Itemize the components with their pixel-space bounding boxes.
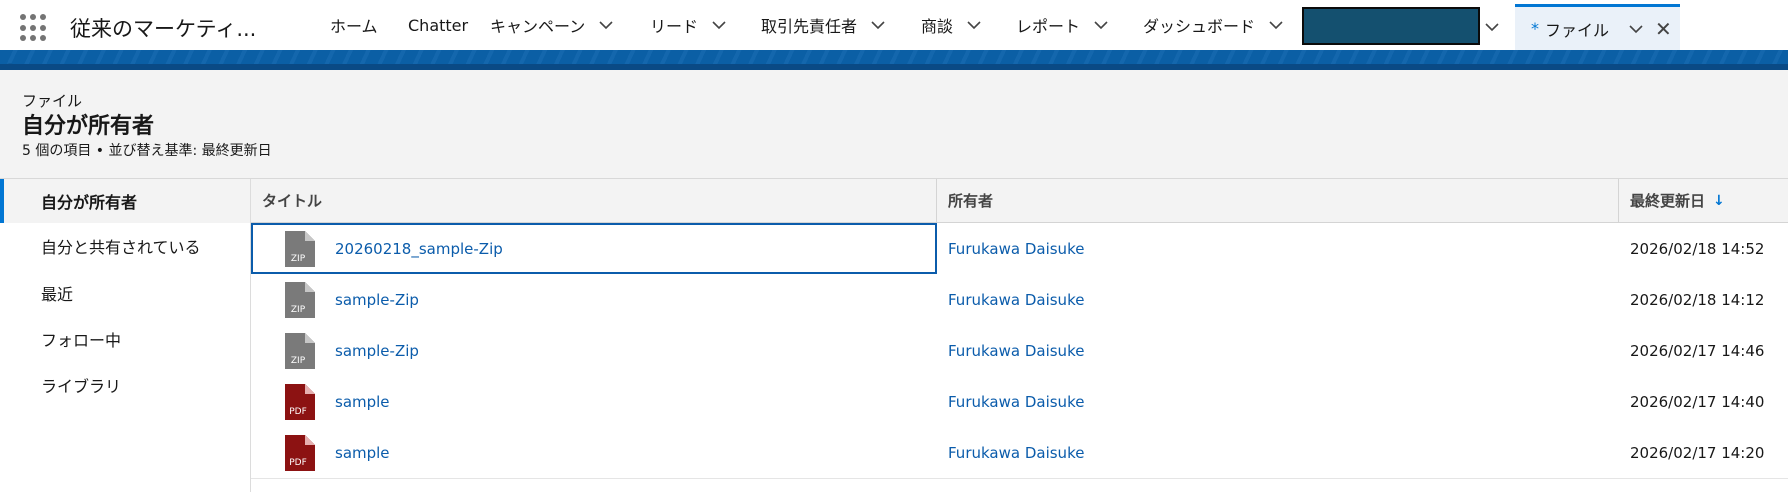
nav-tab-label: 取引先責任者 xyxy=(761,17,858,36)
chevron-down-icon[interactable] xyxy=(1267,16,1285,34)
file-type-label: ZIP xyxy=(290,355,306,366)
sidebar-item-shared-with-me[interactable]: 自分と共有されている xyxy=(0,224,250,268)
nav-tab-chatter[interactable]: Chatter xyxy=(408,0,468,50)
nav-tab-label: ダッシュボード xyxy=(1143,17,1256,36)
file-title-link[interactable]: sample-Zip xyxy=(335,342,419,360)
owner-cell: Furukawa Daisuke xyxy=(937,376,1619,427)
sidebar-item-label: 自分が所有者 xyxy=(41,193,138,212)
title-cell[interactable]: ZIP sample-Zip xyxy=(251,274,937,325)
nav-tab-dashboards[interactable]: ダッシュボード xyxy=(1143,0,1285,50)
nav-tab-label: ファイル xyxy=(1545,20,1610,40)
nav-tab-label: レポート xyxy=(1016,17,1081,36)
sidebar-item-owned-by-me[interactable]: 自分が所有者 xyxy=(0,179,250,223)
column-header-last-modified[interactable]: 最終更新日 ↓ xyxy=(1619,179,1788,222)
nav-tab-contacts[interactable]: 取引先責任者 xyxy=(761,0,887,50)
table-row[interactable]: ZIP 20260218_sample-Zip Furukawa Daisuke… xyxy=(251,223,1788,275)
sidebar-item-label: フォロー中 xyxy=(41,331,122,350)
modified-date: 2026/02/17 14:20 xyxy=(1630,443,1765,462)
column-header-label: 所有者 xyxy=(948,192,994,210)
list-view-title: 自分が所有者 xyxy=(22,114,155,139)
file-title-link[interactable]: 20260218_sample-Zip xyxy=(335,240,503,258)
list-view-header: ファイル 自分が所有者 5 個の項目 • 並び替え基準: 最終更新日 xyxy=(0,70,1788,179)
nav-tab-label: 商談 xyxy=(921,17,954,36)
sidebar-item-following[interactable]: フォロー中 xyxy=(0,317,250,361)
nav-tab-files-active[interactable]: * ファイル ✕ xyxy=(1515,4,1680,50)
owner-link[interactable]: Furukawa Daisuke xyxy=(948,393,1084,411)
sidebar-item-recent[interactable]: 最近 xyxy=(0,271,250,315)
modified-date: 2026/02/18 14:12 xyxy=(1630,290,1765,309)
sidebar-item-label: 自分と共有されている xyxy=(41,238,201,257)
owner-cell: Furukawa Daisuke xyxy=(937,223,1619,274)
column-header-label: タイトル xyxy=(262,192,323,210)
column-header-title[interactable]: タイトル xyxy=(251,179,937,222)
file-type-label: PDF xyxy=(289,457,307,468)
decorative-banner xyxy=(0,50,1788,70)
modified-date: 2026/02/17 14:40 xyxy=(1630,392,1765,411)
zip-file-icon: ZIP xyxy=(283,331,317,371)
nav-tab-label: リード xyxy=(650,17,699,36)
close-tab-icon[interactable]: ✕ xyxy=(1655,17,1672,41)
file-title-link[interactable]: sample xyxy=(335,393,390,411)
file-type-label: ZIP xyxy=(290,253,306,264)
pdf-file-icon: PDF xyxy=(283,433,317,473)
table-row[interactable]: PDF sample Furukawa Daisuke 2026/02/17 1… xyxy=(251,427,1788,479)
chevron-down-icon[interactable] xyxy=(1627,20,1645,38)
table-row[interactable]: ZIP sample-Zip Furukawa Daisuke 2026/02/… xyxy=(251,274,1788,326)
nav-tab-reports[interactable]: レポート xyxy=(1016,0,1110,50)
nav-tab-redacted[interactable] xyxy=(1302,7,1480,45)
nav-tab-leads[interactable]: リード xyxy=(650,0,728,50)
zip-file-icon: ZIP xyxy=(283,280,317,320)
owner-cell: Furukawa Daisuke xyxy=(937,274,1619,325)
modified-date: 2026/02/18 14:52 xyxy=(1630,239,1765,258)
chevron-down-icon[interactable] xyxy=(965,16,983,34)
column-header-owner[interactable]: 所有者 xyxy=(937,179,1619,222)
sidebar-item-label: 最近 xyxy=(41,285,74,304)
table-row[interactable]: ZIP sample-Zip Furukawa Daisuke 2026/02/… xyxy=(251,325,1788,377)
owner-cell: Furukawa Daisuke xyxy=(937,325,1619,376)
owner-cell: Furukawa Daisuke xyxy=(937,427,1619,478)
file-type-label: ZIP xyxy=(290,304,306,315)
app-name: 従来のマーケティ... xyxy=(70,17,257,41)
nav-tab-home[interactable]: ホーム xyxy=(330,0,378,50)
list-view-summary: 5 個の項目 • 並び替え基準: 最終更新日 xyxy=(22,143,272,159)
nav-tab-label: キャンペーン xyxy=(490,17,586,36)
nav-tab-label: ホーム xyxy=(330,17,378,36)
owner-link[interactable]: Furukawa Daisuke xyxy=(948,240,1084,258)
column-header-label: 最終更新日 xyxy=(1630,192,1706,210)
nav-tab-campaigns[interactable]: キャンペーン xyxy=(490,0,615,50)
zip-file-icon: ZIP xyxy=(283,229,317,269)
chevron-down-icon[interactable] xyxy=(1483,18,1501,36)
pdf-file-icon: PDF xyxy=(283,382,317,422)
file-type-label: PDF xyxy=(289,406,307,417)
nav-tab-opportunities[interactable]: 商談 xyxy=(921,0,983,50)
owner-link[interactable]: Furukawa Daisuke xyxy=(948,291,1084,309)
owner-link[interactable]: Furukawa Daisuke xyxy=(948,342,1084,360)
table-row[interactable]: PDF sample Furukawa Daisuke 2026/02/17 1… xyxy=(251,376,1788,428)
files-sidebar: 自分が所有者 自分と共有されている 最近 フォロー中 ライブラリ xyxy=(0,179,251,492)
title-cell[interactable]: PDF sample xyxy=(251,376,937,427)
chevron-down-icon[interactable] xyxy=(597,16,615,34)
chevron-down-icon[interactable] xyxy=(869,16,887,34)
modified-date: 2026/02/17 14:46 xyxy=(1630,341,1765,360)
sort-descending-icon: ↓ xyxy=(1713,192,1725,209)
sidebar-item-label: ライブラリ xyxy=(41,377,122,396)
file-title-link[interactable]: sample xyxy=(335,444,390,462)
title-cell[interactable]: ZIP 20260218_sample-Zip xyxy=(251,223,937,274)
unsaved-indicator: * xyxy=(1531,19,1539,38)
file-title-link[interactable]: sample-Zip xyxy=(335,291,419,309)
chevron-down-icon[interactable] xyxy=(1092,16,1110,34)
chevron-down-icon[interactable] xyxy=(710,16,728,34)
title-cell[interactable]: PDF sample xyxy=(251,427,937,478)
title-cell[interactable]: ZIP sample-Zip xyxy=(251,325,937,376)
table-header: タイトル 所有者 最終更新日 ↓ xyxy=(251,179,1788,223)
global-nav: 従来のマーケティ... ホーム Chatter キャンペーン リード 取引先責任… xyxy=(0,0,1788,50)
nav-tab-label: Chatter xyxy=(408,15,469,35)
app-launcher-waffle-icon[interactable] xyxy=(20,14,48,42)
sidebar-item-libraries[interactable]: ライブラリ xyxy=(0,363,250,407)
owner-link[interactable]: Furukawa Daisuke xyxy=(948,444,1084,462)
